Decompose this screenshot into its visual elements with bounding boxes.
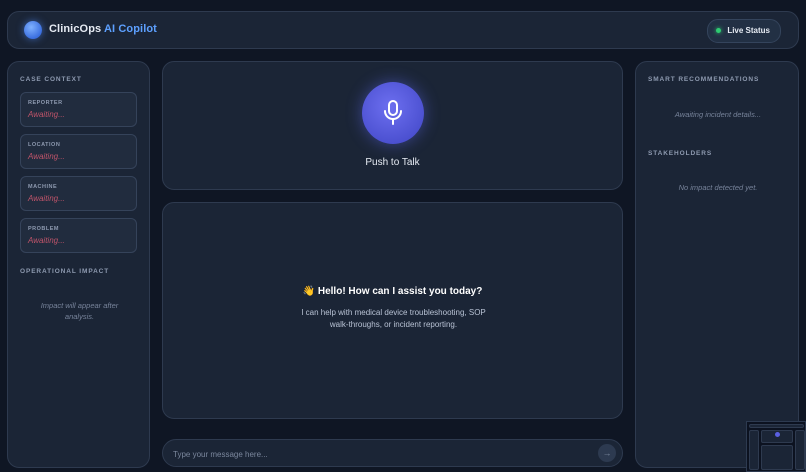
live-status-label: Live Status	[727, 26, 770, 35]
problem-card: PROBLEM Awaiting...	[20, 218, 137, 253]
send-button[interactable]: →	[598, 444, 616, 462]
insights-panel: SMART RECOMMENDATIONS Awaiting incident …	[635, 61, 799, 468]
machine-value: Awaiting...	[28, 194, 65, 203]
operational-impact-title: OPERATIONAL IMPACT	[20, 268, 110, 275]
machine-label: MACHINE	[28, 184, 58, 190]
location-value: Awaiting...	[28, 152, 65, 161]
greeting-line1: I can help with medical device troublesh…	[301, 308, 486, 317]
reporter-label: REPORTER	[28, 100, 63, 106]
greeting-line2: walk-throughs, or incident reporting.	[329, 320, 458, 329]
live-status-badge[interactable]: Live Status	[707, 19, 781, 43]
greeting-body: I can help with medical device troublesh…	[283, 307, 504, 331]
microphone-icon	[384, 100, 402, 125]
app-title: ClinicOps AI Copilot	[49, 23, 157, 35]
brand-name: ClinicOps	[49, 23, 102, 35]
location-label: LOCATION	[28, 142, 61, 148]
brand-accent: AI Copilot	[104, 23, 157, 35]
push-to-talk-button[interactable]	[362, 82, 424, 144]
arrow-right-icon: →	[602, 448, 612, 458]
screen-preview-thumbnail[interactable]	[746, 421, 806, 472]
recommendations-placeholder: Awaiting incident details...	[674, 110, 762, 119]
impact-placeholder-line1: Impact will appear after	[40, 301, 119, 310]
message-input[interactable]	[171, 445, 575, 463]
greeting-title: 👋 Hello! How can I assist you today?	[302, 286, 483, 297]
reporter-value: Awaiting...	[28, 110, 65, 119]
stakeholders-placeholder: No impact detected yet.	[678, 183, 758, 192]
logo-icon	[24, 21, 42, 39]
location-card: LOCATION Awaiting...	[20, 134, 137, 169]
stakeholders-title: STAKEHOLDERS	[648, 150, 713, 157]
case-context-title: CASE CONTEXT	[20, 76, 82, 83]
machine-card: MACHINE Awaiting...	[20, 176, 137, 211]
app-header: ClinicOps AI Copilot Live Status	[7, 11, 799, 49]
problem-value: Awaiting...	[28, 236, 65, 245]
push-to-talk-label: Push to Talk	[365, 157, 420, 168]
impact-placeholder-line2: analysis.	[64, 312, 95, 321]
status-dot-icon	[716, 28, 722, 33]
reporter-card: REPORTER Awaiting...	[20, 92, 137, 127]
push-to-talk-panel: Push to Talk	[162, 61, 623, 190]
chat-panel: 👋 Hello! How can I assist you today? I c…	[162, 202, 623, 419]
problem-label: PROBLEM	[28, 226, 59, 232]
impact-placeholder: Impact will appear after analysis.	[8, 300, 151, 322]
message-composer: →	[162, 439, 623, 467]
case-context-panel: CASE CONTEXT REPORTER Awaiting... LOCATI…	[7, 61, 150, 468]
smart-recommendations-title: SMART RECOMMENDATIONS	[648, 76, 760, 83]
